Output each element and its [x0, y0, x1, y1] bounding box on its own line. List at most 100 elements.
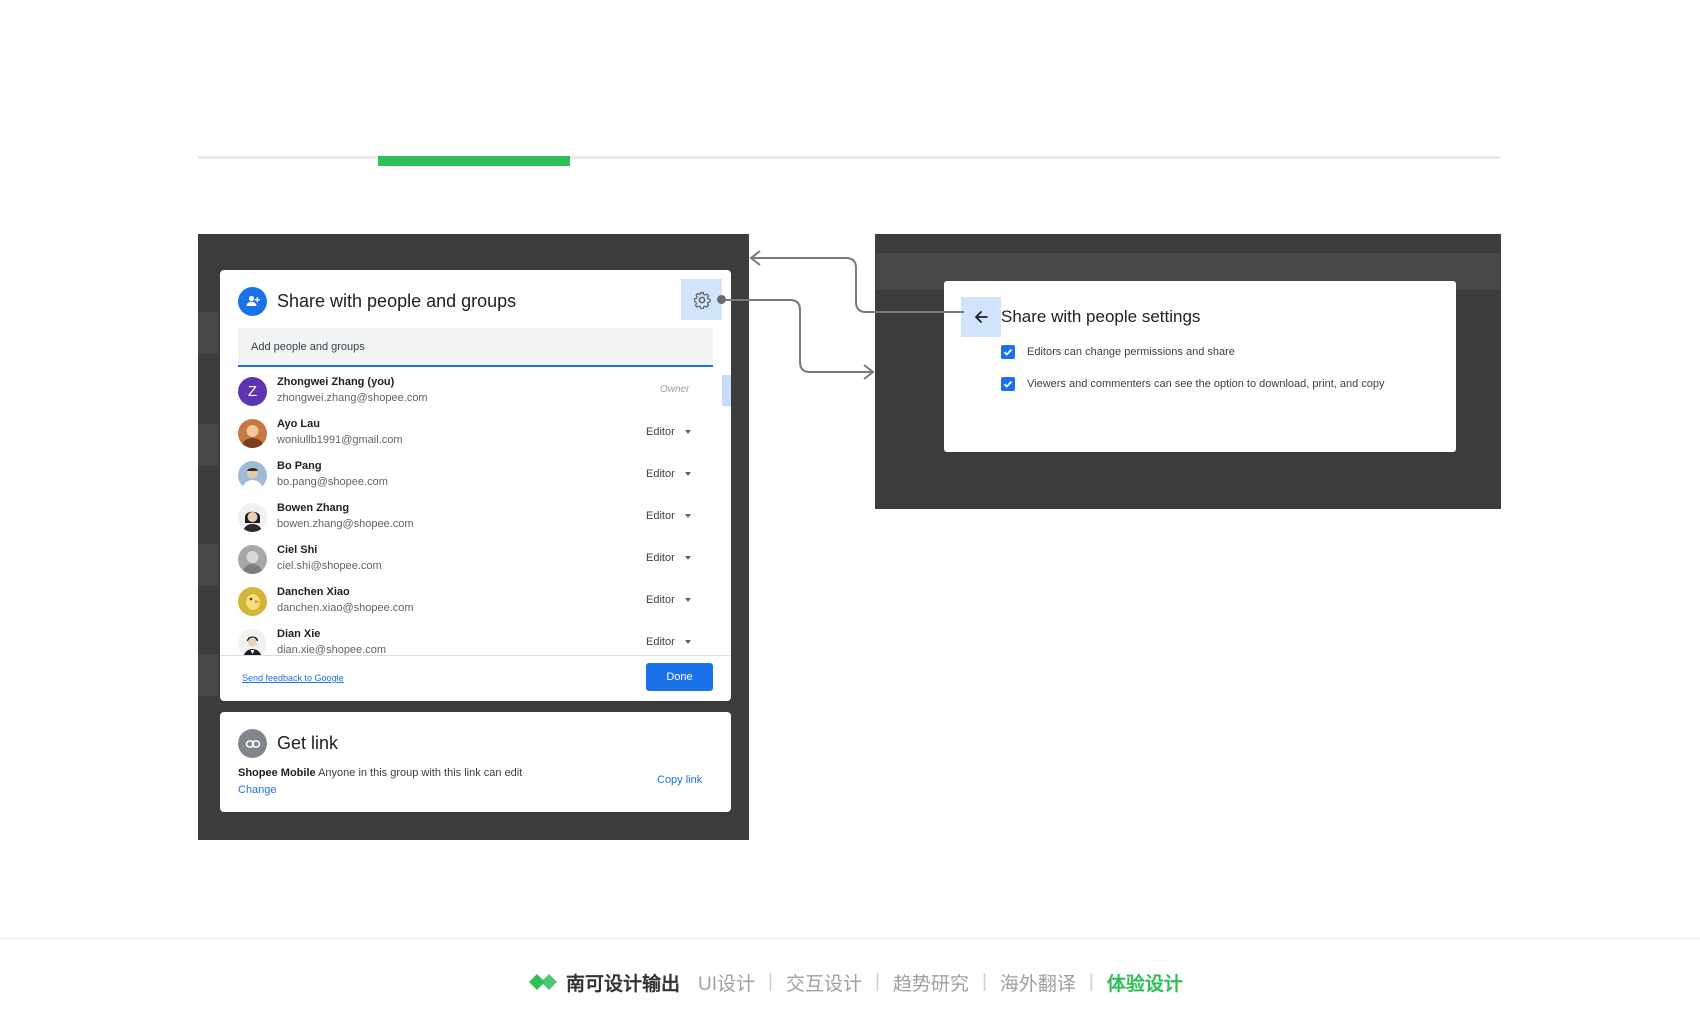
separator: |: [981, 971, 987, 992]
gear-icon: [693, 291, 711, 309]
avatar: [238, 587, 267, 616]
get-link-card: Get link Shopee Mobile Anyone in this gr…: [220, 712, 731, 812]
footer-divider: [0, 938, 1700, 939]
arrowhead-icon: [863, 364, 875, 380]
background-row: [198, 424, 218, 466]
role-label: Editor: [646, 426, 675, 438]
share-dialog-title: Share with people and groups: [277, 290, 517, 311]
link-icon: [238, 729, 267, 758]
person-email: bo.pang@shopee.com: [277, 476, 388, 488]
active-section-indicator: [378, 156, 570, 166]
caret-down-icon: [684, 556, 691, 560]
person-name: Ayo Lau: [277, 418, 320, 430]
back-button[interactable]: [961, 297, 1001, 337]
role-label: Editor: [646, 552, 675, 564]
footer-link-active[interactable]: 体验设计: [1107, 969, 1183, 996]
people-list: Z Zhongwei Zhang (you) zhongwei.zhang@sh…: [220, 373, 731, 655]
settings-button[interactable]: [681, 279, 722, 320]
brand-name: 南可设计输出: [566, 973, 681, 995]
copy-link-button[interactable]: Copy link: [657, 774, 702, 786]
add-people-input[interactable]: Add people and groups: [238, 328, 713, 367]
editors-permission-option[interactable]: Editors can change permissions and share: [1001, 344, 1235, 360]
share-dialog: Share with people and groups Add people …: [220, 270, 731, 701]
share-dialog-header: Share with people and groups: [238, 286, 516, 316]
caret-down-icon: [684, 430, 691, 434]
avatar: [238, 503, 267, 532]
role-label: Editor: [646, 468, 675, 480]
role-label: Editor: [646, 594, 675, 606]
avatar: [238, 545, 267, 574]
avatar: [238, 629, 267, 655]
role-dropdown[interactable]: Editor: [646, 552, 691, 564]
send-feedback-link[interactable]: Send feedback to Google: [242, 673, 344, 683]
brand-logo-icon: [529, 974, 557, 990]
option-label: Viewers and commenters can see the optio…: [1027, 378, 1385, 390]
avatar: [238, 461, 267, 490]
done-button[interactable]: Done: [646, 663, 713, 691]
arrow-back-icon: [975, 311, 988, 323]
checkbox-checked[interactable]: [1001, 345, 1015, 359]
footer-link[interactable]: 交互设计: [786, 969, 862, 996]
role-dropdown[interactable]: Editor: [646, 510, 691, 522]
person-name: Bo Pang: [277, 460, 322, 472]
person-email: danchen.xiao@shopee.com: [277, 602, 414, 614]
arrowhead-icon: [749, 250, 761, 266]
caret-down-icon: [684, 640, 691, 644]
get-link-title: Get link: [277, 733, 339, 753]
person-email: woniullb1991@gmail.com: [277, 434, 403, 446]
connector-dot: [717, 295, 726, 304]
background-row: [198, 312, 218, 354]
footer-nav: 南可设计输出 UI设计 | 交互设计 | 趋势研究 | 海外翻译 | 体验设计: [528, 968, 1183, 996]
checkbox-checked[interactable]: [1001, 377, 1015, 391]
check-icon: [1003, 348, 1013, 356]
caret-down-icon: [684, 472, 691, 476]
list-item: Danchen Xiao danchen.xiao@shopee.com Edi…: [238, 583, 713, 625]
person-name: Ciel Shi: [277, 544, 318, 556]
add-person-icon: [238, 286, 267, 316]
avatar: Z: [238, 377, 267, 406]
person-name: Zhongwei Zhang (you): [277, 376, 395, 388]
check-icon: [1003, 380, 1013, 388]
link-permission-text: Anyone in this group with this link can …: [318, 767, 523, 779]
option-label: Editors can change permissions and share: [1027, 346, 1235, 358]
role-dropdown[interactable]: Editor: [646, 594, 691, 606]
separator: |: [874, 971, 880, 992]
background-row: [198, 654, 218, 696]
footer-link[interactable]: 海外翻译: [1000, 969, 1076, 996]
separator: |: [768, 971, 773, 992]
list-item: Ayo Lau woniullb1991@gmail.com Editor: [238, 415, 713, 457]
role-dropdown[interactable]: Editor: [646, 426, 691, 438]
share-settings-dialog: Share with people settings Editors can c…: [944, 281, 1456, 452]
separator: |: [1088, 971, 1094, 992]
role-dropdown[interactable]: Editor: [646, 468, 691, 480]
role-dropdown[interactable]: Editor: [646, 636, 691, 648]
caret-down-icon: [684, 598, 691, 602]
scrollbar-thumb[interactable]: [722, 375, 731, 406]
footer-link[interactable]: UI设计: [698, 969, 755, 996]
person-email: dian.xie@shopee.com: [277, 644, 387, 655]
link-description: Shopee Mobile Anyone in this group with …: [238, 767, 522, 779]
footer-divider: [220, 655, 731, 656]
settings-dialog-title: Share with people settings: [1001, 307, 1201, 326]
caret-down-icon: [684, 514, 691, 518]
person-name: Bowen Zhang: [277, 502, 350, 514]
add-people-placeholder: Add people and groups: [251, 341, 365, 353]
list-item: Bowen Zhang bowen.zhang@shopee.com Edito…: [238, 499, 713, 541]
person-name: Dian Xie: [277, 628, 321, 640]
person-email: ciel.shi@shopee.com: [277, 560, 382, 572]
viewers-download-option[interactable]: Viewers and commenters can see the optio…: [1001, 376, 1385, 392]
list-item: Dian Xie dian.xie@shopee.com Editor: [238, 625, 713, 655]
person-email: bowen.zhang@shopee.com: [277, 518, 414, 530]
change-link-button[interactable]: Change: [238, 784, 277, 796]
role-label: Editor: [646, 636, 675, 648]
avatar: [238, 419, 267, 448]
person-email: zhongwei.zhang@shopee.com: [277, 392, 428, 404]
background-row: [198, 544, 218, 586]
owner-label: Owner: [660, 384, 690, 395]
list-item: Z Zhongwei Zhang (you) zhongwei.zhang@sh…: [238, 373, 713, 415]
group-name: Shopee Mobile: [238, 767, 316, 779]
role-label: Editor: [646, 510, 675, 522]
list-item: Bo Pang bo.pang@shopee.com Editor: [238, 457, 713, 499]
person-name: Danchen Xiao: [277, 586, 350, 598]
footer-link[interactable]: 趋势研究: [893, 969, 969, 996]
